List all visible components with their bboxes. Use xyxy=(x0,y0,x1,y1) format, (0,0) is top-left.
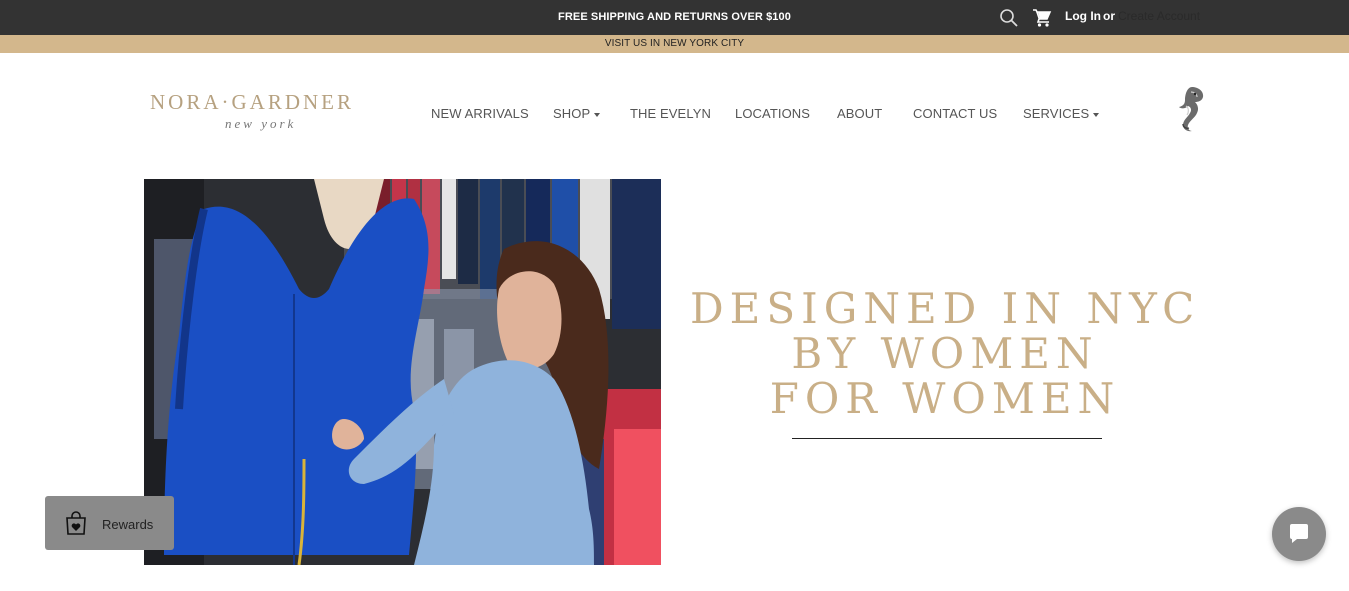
rewards-button[interactable]: Rewards xyxy=(45,496,174,550)
nav-contact-us[interactable]: CONTACT US xyxy=(913,106,997,121)
headline-divider xyxy=(792,438,1102,439)
rewards-label: Rewards xyxy=(102,517,154,532)
seahorse-logo-icon[interactable] xyxy=(1168,84,1208,134)
headline-line-3: FOR WOMEN xyxy=(769,374,1121,423)
nav-services-label: SERVICES xyxy=(1023,106,1090,121)
hero-headline: DESIGNED IN NYC BY WOMEN FOR WOMEN xyxy=(690,286,1200,421)
nav-services[interactable]: SERVICES xyxy=(1023,106,1100,121)
or-text: or xyxy=(1103,9,1115,23)
chat-button[interactable] xyxy=(1272,507,1326,561)
nav-shop-label: SHOP xyxy=(553,106,591,121)
cart-icon[interactable] xyxy=(1032,8,1052,28)
logo-name: NORA·GARDNER xyxy=(150,90,354,114)
create-account-link[interactable]: Create Account xyxy=(1118,9,1200,23)
login-link[interactable]: Log In xyxy=(1065,9,1101,23)
nav-about[interactable]: ABOUT xyxy=(837,106,882,121)
hero-seamstress-photo xyxy=(144,179,661,565)
headline-line-1: DESIGNED IN NYC xyxy=(690,284,1201,333)
logo-tagline: new york xyxy=(225,116,297,131)
nav-locations[interactable]: LOCATIONS xyxy=(735,106,810,121)
shopping-bag-heart-icon xyxy=(66,511,86,535)
caret-down-icon xyxy=(594,112,601,117)
nav-the-evelyn[interactable]: THE EVELYN xyxy=(630,106,711,121)
site-logo[interactable]: NORA·GARDNER new york xyxy=(150,90,384,132)
search-icon[interactable] xyxy=(999,8,1019,28)
nav-new-arrivals[interactable]: NEW ARRIVALS xyxy=(431,106,529,121)
visit-bar[interactable]: VISIT US IN NEW YORK CITY xyxy=(0,35,1349,53)
chat-bubble-icon xyxy=(1290,524,1308,543)
headline-line-2: BY WOMEN xyxy=(791,329,1099,378)
nav-shop[interactable]: SHOP xyxy=(553,106,601,121)
caret-down-icon xyxy=(1093,112,1100,117)
visit-nyc-text[interactable]: VISIT US IN NEW YORK CITY xyxy=(0,38,1349,49)
announcement-bar: FREE SHIPPING AND RETURNS OVER $100 Log … xyxy=(0,0,1349,35)
